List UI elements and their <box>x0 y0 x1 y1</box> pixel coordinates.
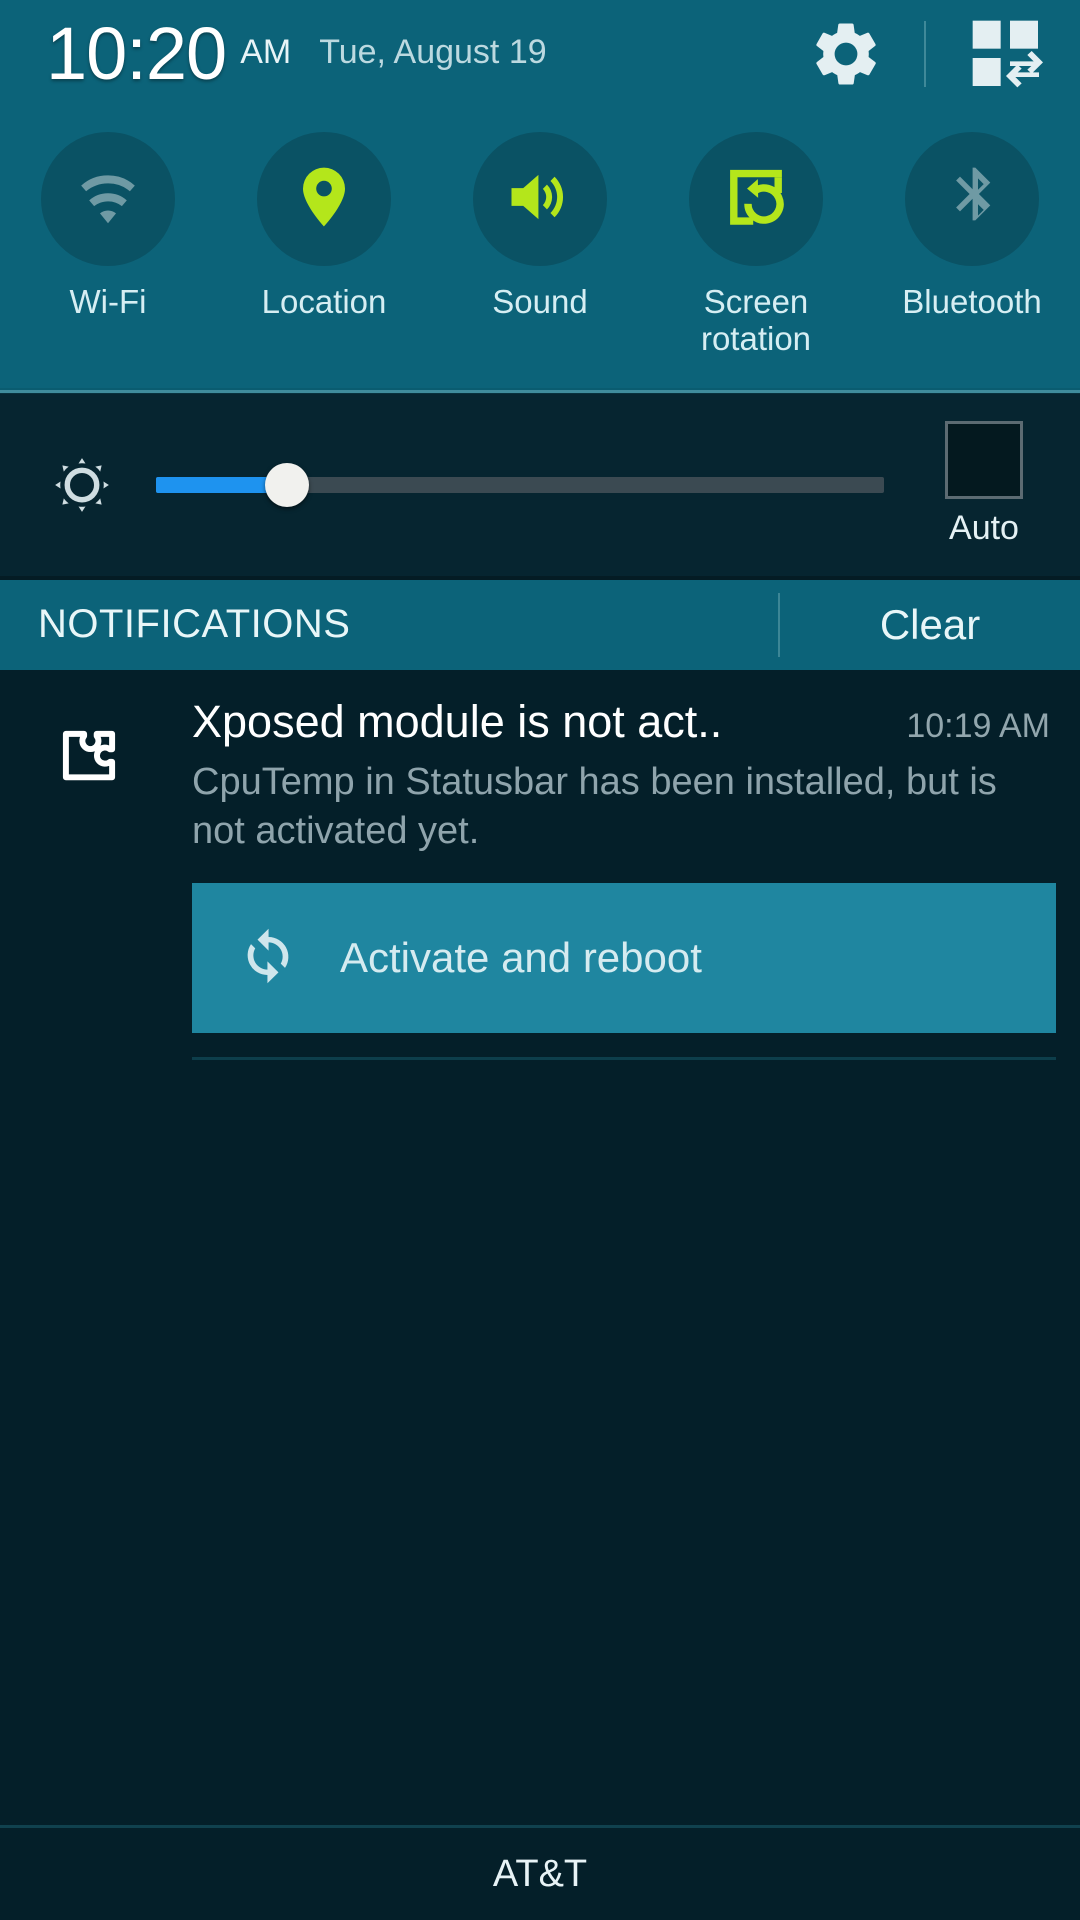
clear-notifications-button[interactable]: Clear <box>780 601 1080 649</box>
quick-toggle-label: Location <box>261 283 387 320</box>
slider-thumb[interactable] <box>265 462 310 507</box>
quick-toggle-label: Screen rotation <box>700 283 812 357</box>
quick-toggle-sound[interactable]: Sound <box>432 132 648 321</box>
notification-title: Xposed module is not act.. <box>192 695 723 747</box>
quick-toggle-wifi[interactable]: Wi-Fi <box>0 132 216 321</box>
toggle-circle <box>257 132 391 266</box>
auto-brightness-control[interactable]: Auto <box>930 421 1038 548</box>
activate-and-reboot-button[interactable]: Activate and reboot <box>192 883 1056 1034</box>
carrier-bar: AT&T <box>0 1828 1080 1920</box>
quick-toggle-location[interactable]: Location <box>216 132 432 321</box>
quick-toggle-screen-rotation[interactable]: Screen rotation <box>648 132 864 358</box>
notification-title-row: Xposed module is not act.. 10:19 AM <box>192 696 1056 748</box>
notification-timestamp: 10:19 AM <box>906 706 1050 745</box>
header-divider <box>924 21 926 87</box>
toggle-circle <box>41 132 175 266</box>
location-pin-icon <box>288 161 360 238</box>
gear-icon[interactable] <box>808 16 884 92</box>
status-bar: 10:20 AM Tue, August 19 <box>0 0 1080 108</box>
puzzle-piece-icon <box>0 696 192 1060</box>
notification-body: Xposed module is not act.. 10:19 AM CpuT… <box>192 696 1080 1061</box>
toggle-circle <box>689 132 823 266</box>
brightness-gear-icon <box>44 454 120 516</box>
quick-settings-grid-icon[interactable] <box>966 14 1046 94</box>
quick-toggle-label: Wi-Fi <box>69 283 147 320</box>
bluetooth-icon <box>936 161 1008 238</box>
brightness-slider[interactable] <box>156 455 884 515</box>
notification-shade: 10:20 AM Tue, August 19 Wi-Fi Location S… <box>0 0 1080 1920</box>
speaker-sound-icon <box>502 159 578 240</box>
current-date: Tue, August 19 <box>319 32 547 71</box>
notification-text: CpuTemp in Statusbar has been installed,… <box>192 760 997 852</box>
clock-time: 10:20 <box>46 12 227 95</box>
screen-rotation-icon <box>719 160 793 239</box>
sync-refresh-icon <box>234 922 302 995</box>
auto-brightness-checkbox[interactable] <box>945 421 1023 500</box>
quick-toggle-label: Sound <box>492 283 588 320</box>
notifications-title: NOTIFICATIONS <box>38 602 351 647</box>
empty-shade-area <box>0 1060 1080 1825</box>
wifi-icon <box>71 160 145 239</box>
quick-toggle-row: Wi-Fi Location Sound Screen rotation Blu… <box>0 108 1080 388</box>
activate-and-reboot-label: Activate and reboot <box>340 934 702 982</box>
quick-settings-panel: 10:20 AM Tue, August 19 Wi-Fi Location S… <box>0 0 1080 388</box>
brightness-control-row: Auto <box>0 393 1080 576</box>
quick-toggle-label: Bluetooth <box>902 283 1042 320</box>
auto-brightness-label: Auto <box>949 509 1019 548</box>
notifications-header: NOTIFICATIONS Clear <box>0 579 1080 670</box>
clock-ampm: AM <box>240 32 292 71</box>
notification-list: Xposed module is not act.. 10:19 AM CpuT… <box>0 669 1080 1061</box>
toggle-circle <box>905 132 1039 266</box>
notification-item-xposed[interactable]: Xposed module is not act.. 10:19 AM CpuT… <box>0 670 1080 1061</box>
toggle-circle <box>473 132 607 266</box>
carrier-name: AT&T <box>492 1852 588 1895</box>
quick-toggle-bluetooth[interactable]: Bluetooth <box>864 132 1080 321</box>
